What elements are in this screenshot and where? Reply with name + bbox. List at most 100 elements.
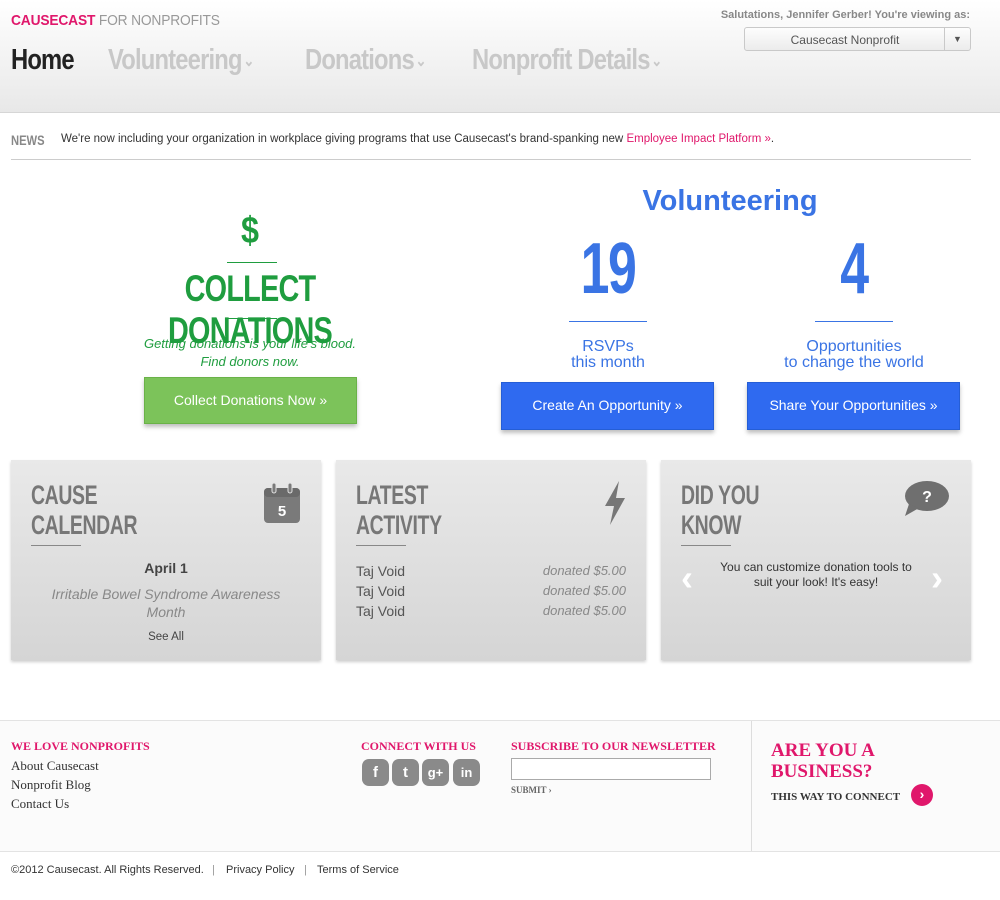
- nav-home-label: Home: [11, 44, 75, 76]
- news-bar: NEWS We're now including your organizati…: [11, 128, 971, 160]
- site-footer: WE LOVE NONPROFITS About Causecast Nonpr…: [0, 720, 1000, 900]
- card-title: LATEST ACTIVITY: [356, 480, 442, 540]
- card-title-line-2: ACTIVITY: [356, 510, 442, 540]
- nav-donations-label: Donations: [305, 44, 415, 76]
- opportunities-count: 4: [840, 229, 869, 309]
- activity-name: Taj Void: [356, 583, 406, 599]
- subtitle-line-1: Getting donations is your life's blood.: [143, 336, 357, 351]
- divider: [31, 545, 81, 546]
- next-arrow-icon[interactable]: ›: [931, 557, 943, 599]
- divider: [569, 321, 647, 322]
- did-you-know-card: DID YOU KNOW ? ‹ You can customize donat…: [661, 460, 971, 660]
- news-text: We're now including your organization in…: [61, 133, 774, 145]
- business-title-line-1: ARE YOU A: [771, 740, 875, 761]
- nav-nonprofit-details-label: Nonprofit Details: [472, 44, 650, 76]
- calendar-date: April 1: [144, 560, 188, 576]
- nav-volunteering-label: Volunteering: [107, 44, 243, 76]
- speech-bubble-glyph: ?: [922, 489, 932, 506]
- business-panel: ARE YOU A BUSINESS? THIS WAY TO CONNECT …: [751, 721, 1000, 851]
- brand-name: CAUSECAST: [11, 12, 96, 29]
- opportunities-label-2: to change the world: [784, 354, 924, 371]
- subtitle-line-2: Find donors now.: [200, 354, 300, 369]
- chevron-down-icon: ⌄: [242, 53, 254, 71]
- rsvp-label-2: this month: [571, 354, 645, 371]
- card-title-line-1: DID YOU: [681, 480, 760, 510]
- calendar-icon-day: 5: [278, 503, 286, 520]
- card-title: CAUSE CALENDAR: [31, 480, 138, 540]
- brand-tagline: FOR NONPROFITS: [95, 12, 220, 29]
- news-end: .: [770, 133, 775, 145]
- lightning-icon: [605, 481, 625, 525]
- newsletter-submit-button[interactable]: SUBMIT ›: [511, 785, 552, 795]
- linkedin-icon[interactable]: in: [453, 759, 480, 786]
- previous-arrow-icon[interactable]: ‹: [681, 557, 693, 599]
- share-opportunities-button[interactable]: Share Your Opportunities »: [747, 382, 960, 430]
- card-title-line-1: LATEST: [356, 480, 428, 510]
- about-causecast-link[interactable]: About Causecast: [11, 758, 99, 774]
- volunteering-title: Volunteering: [642, 185, 818, 217]
- we-love-nonprofits-heading: WE LOVE NONPROFITS: [11, 739, 150, 753]
- privacy-policy-link[interactable]: Privacy Policy: [226, 864, 294, 876]
- rsvp-count: 19: [580, 229, 637, 309]
- activity-row: Taj Void donated $5.00: [356, 603, 626, 619]
- collect-donations-subtitle: Getting donations is your life's blood. …: [100, 335, 400, 371]
- speech-bubble-icon: ?: [905, 481, 949, 516]
- activity-name: Taj Void: [356, 603, 406, 619]
- news-label: NEWS: [11, 132, 45, 148]
- newsletter-email-input[interactable]: [511, 758, 711, 780]
- opportunities-label: Opportunities to change the world: [744, 339, 964, 371]
- main-nav: Home Volunteering ⌄ Donations ⌄ Nonprofit …: [11, 44, 723, 77]
- activity-action: donated $5.00: [542, 583, 626, 598]
- chevron-down-icon: ⌄: [415, 53, 427, 71]
- chevron-down-icon: ⌄: [651, 53, 663, 71]
- latest-activity-card: LATEST ACTIVITY Taj Void donated $5.00 T…: [336, 460, 646, 660]
- cause-calendar-card: CAUSE CALENDAR 5 April 1 Irritable Bowel…: [11, 460, 321, 660]
- org-select[interactable]: Causecast Nonprofit ▼: [744, 27, 971, 51]
- divider: [681, 545, 731, 546]
- activity-row: Taj Void donated $5.00: [356, 583, 626, 599]
- copyright-text: ©2012 Causecast. All Rights Reserved.: [11, 864, 204, 876]
- separator: |: [212, 864, 215, 876]
- calendar-icon: 5: [264, 482, 300, 523]
- user-greeting: Salutations, Jennifer Gerber! You're vie…: [720, 9, 970, 21]
- rsvp-label: RSVPs this month: [498, 339, 718, 371]
- card-title-line-1: CAUSE: [31, 480, 98, 510]
- nonprofit-blog-link[interactable]: Nonprofit Blog: [11, 777, 91, 793]
- terms-of-service-link[interactable]: Terms of Service: [317, 864, 399, 876]
- divider: [356, 545, 406, 546]
- news-message: We're now including your organization in…: [61, 133, 627, 145]
- brand-logo[interactable]: CAUSECAST FOR NONPROFITS: [11, 12, 220, 29]
- dropdown-arrow-icon[interactable]: ▼: [944, 28, 970, 50]
- activity-row: Taj Void donated $5.00: [356, 563, 626, 579]
- nav-donations[interactable]: Donations ⌄: [305, 44, 427, 77]
- arrow-right-icon[interactable]: ›: [911, 784, 933, 806]
- card-title-line-2: KNOW: [681, 510, 742, 540]
- create-opportunity-button[interactable]: Create An Opportunity »: [501, 382, 714, 430]
- facebook-icon[interactable]: f: [362, 759, 389, 786]
- activity-action: donated $5.00: [542, 563, 626, 578]
- nav-volunteering[interactable]: Volunteering ⌄: [108, 44, 254, 77]
- nav-nonprofit-details[interactable]: Nonprofit Details ⌄: [472, 44, 663, 77]
- collect-donations-button[interactable]: Collect Donations Now »: [144, 377, 357, 424]
- footer-bottom-bar: ©2012 Causecast. All Rights Reserved. | …: [0, 851, 1000, 900]
- card-title-line-2: CALENDAR: [31, 510, 138, 540]
- divider: [815, 321, 893, 322]
- separator: |: [304, 864, 307, 876]
- newsletter-heading: SUBSCRIBE TO OUR NEWSLETTER: [511, 739, 716, 753]
- opportunities-label-1: Opportunities: [806, 338, 902, 355]
- divider: [227, 318, 277, 319]
- business-connect-link[interactable]: THIS WAY TO CONNECT: [771, 791, 900, 803]
- org-select-value: Causecast Nonprofit: [790, 33, 900, 47]
- see-all-link[interactable]: See All: [11, 631, 321, 643]
- nav-home[interactable]: Home: [11, 44, 75, 77]
- contact-us-link[interactable]: Contact Us: [11, 796, 69, 812]
- activity-name: Taj Void: [356, 563, 406, 579]
- employee-impact-link[interactable]: Employee Impact Platform »: [626, 133, 770, 145]
- dollar-icon: $: [241, 210, 259, 252]
- twitter-icon[interactable]: t: [392, 759, 419, 786]
- card-title: DID YOU KNOW: [681, 480, 760, 540]
- google-plus-icon[interactable]: g+: [422, 759, 449, 786]
- business-title: ARE YOU A BUSINESS?: [771, 740, 875, 782]
- activity-action: donated $5.00: [542, 603, 626, 618]
- rsvp-label-1: RSVPs: [582, 338, 634, 355]
